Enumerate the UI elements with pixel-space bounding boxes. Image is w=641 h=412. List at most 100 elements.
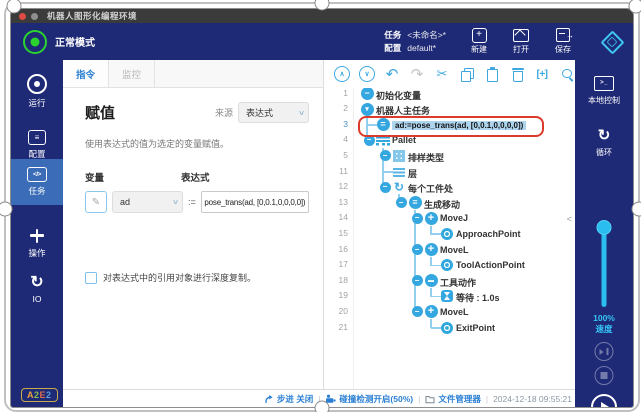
collapse-all-button[interactable]: ∧ (334, 66, 350, 83)
tree-row-11[interactable]: 11层 (324, 164, 575, 180)
tree-row-17[interactable]: 17 ToolActionPoint (324, 258, 575, 274)
annotation-handle (632, 202, 641, 217)
tree-row-15[interactable]: 15ApproachPoint (324, 226, 575, 242)
cut-button[interactable]: ✂ (434, 66, 450, 83)
red-annotation-rectangle (358, 116, 544, 137)
collapse-node-icon[interactable]: − (412, 213, 423, 224)
expand-all-button[interactable]: ∨ (359, 66, 375, 83)
redo-button[interactable]: ↷ (409, 66, 425, 83)
tree-row-label: MoveJ (440, 213, 468, 223)
io-icon: ↻ (30, 275, 43, 291)
tree-row-label: 每个工件处 (408, 182, 453, 195)
new-file-button[interactable]: +新建 (462, 28, 496, 55)
tree-row-label: ExitPoint (456, 323, 495, 333)
collapse-node-icon[interactable]: − (380, 150, 391, 161)
grid-icon (393, 150, 405, 162)
move-icon: + (425, 212, 438, 225)
step-run-button[interactable] (595, 342, 614, 361)
tree-row-2[interactable]: 2▾机器人主任务 (324, 102, 575, 118)
collapse-node-icon[interactable]: − (412, 306, 423, 317)
line-number: 17 (324, 259, 348, 269)
deep-copy-checkbox[interactable] (85, 272, 97, 284)
right-sidebar: >_ 本地控制 ↻ 循环 100% 速度 (575, 60, 633, 407)
open-file-button[interactable]: 打开 (504, 28, 538, 55)
sidebar-item-label: 运行 (28, 97, 45, 109)
speed-slider-handle[interactable] (597, 220, 612, 235)
expression-input[interactable]: pose_trans(ad, [0,0.1,0,0,0,0]) (201, 191, 309, 213)
step-icon (264, 394, 274, 404)
undo-button[interactable]: ↶ (384, 66, 400, 83)
line-number: 14 (324, 212, 348, 222)
action-label: 打开 (513, 44, 529, 55)
collapse-node-icon[interactable]: − (412, 275, 423, 286)
tree-row-label: ToolActionPoint (456, 260, 525, 270)
tab-指令[interactable]: 指令 (63, 60, 109, 87)
source-select[interactable]: 表达式 ∨ (238, 102, 309, 123)
window-title: 机器人图形化编程环境 (47, 10, 137, 22)
collapse-node-icon[interactable]: − (412, 244, 423, 255)
line-number: 20 (324, 306, 348, 316)
sidebar-item-label: 任务 (28, 185, 45, 197)
paste-button[interactable] (484, 66, 500, 83)
stop-button[interactable] (595, 366, 614, 385)
chevron-down-icon: ∨ (298, 109, 305, 117)
line-number: 18 (324, 275, 348, 285)
sidebar-item-io[interactable]: ↻ IO (11, 266, 63, 312)
expand-icon: ▾ (361, 103, 374, 116)
tree-row-label: 生成移动 (424, 198, 460, 211)
line-number: 13 (324, 197, 348, 207)
search-button[interactable] (559, 66, 575, 83)
tree-toolbar: ∧ ∨ ↶ ↷ ✂ [+] (324, 60, 575, 88)
sidebar-item-operate[interactable]: 操作 (11, 220, 63, 266)
sidebar-item-run[interactable]: 运行 (11, 68, 63, 114)
tree-row-14[interactable]: 14 −+MoveJ (324, 211, 575, 227)
tree-row-label: MoveL (440, 307, 469, 317)
line-number: 4 (324, 134, 348, 144)
robot-model-badge: A2E2 (21, 388, 58, 402)
window-titlebar: 机器人图形化编程环境 (11, 9, 633, 23)
group-add-button[interactable]: [+] (534, 66, 550, 83)
tab-监控[interactable]: 监控 (109, 60, 155, 87)
edit-variable-button[interactable]: ✎ (85, 191, 107, 213)
tree-row-18[interactable]: 18−▬工具动作 (324, 273, 575, 289)
line-number: 19 (324, 290, 348, 300)
play-button[interactable] (591, 394, 617, 408)
delete-button[interactable] (509, 66, 525, 83)
collision-detection-status[interactable]: 碰撞检测开启(50%) (325, 393, 413, 405)
tree-row-1[interactable]: 1−初始化变量 (324, 88, 575, 102)
speed-slider-track[interactable] (602, 223, 607, 307)
minimize-window-button[interactable] (31, 13, 38, 20)
loop-toggle-button[interactable]: ↻ 循环 (575, 128, 633, 158)
save-file-button[interactable]: 保存 (546, 28, 580, 55)
line-number: 21 (324, 322, 348, 332)
tree-row-21[interactable]: 21 ExitPoint (324, 320, 575, 336)
local-control-button[interactable]: >_ 本地控制 (575, 76, 633, 106)
left-sidebar: 运行≡配置</>任务操作↻IOA2E2 (11, 60, 63, 407)
tree-row-5[interactable]: 5−排样类型 (324, 148, 575, 164)
tree-row-13[interactable]: 13−≡生成移动 (324, 195, 575, 211)
assign-symbol: := (188, 197, 196, 207)
program-tree: < 1−初始化变量2▾机器人主任务3=ad:=pose_trans(ad, [0… (324, 88, 575, 389)
instruction-form-panel: 指令监控 赋值 来源 表达式 ∨ (63, 60, 324, 389)
tree-row-20[interactable]: 20−+MoveL (324, 304, 575, 320)
step-mode-status[interactable]: 步进 关闭 (264, 393, 313, 405)
config-label: 配置 (384, 43, 401, 53)
tree-row-label: 初始化变量 (376, 89, 421, 102)
pencil-icon: ✎ (92, 197, 100, 208)
new-file-icon: + (471, 28, 487, 42)
sidebar-item-label: IO (33, 294, 42, 304)
sidebar-item-task[interactable]: </>任务 (11, 159, 63, 205)
tree-row-16[interactable]: 16−+MoveL (324, 242, 575, 258)
run-icon (27, 74, 47, 94)
tree-row-label: MoveL (440, 245, 469, 255)
mode-indicator: 正常模式 (23, 30, 95, 54)
file-manager-button[interactable]: 文件管理器 (425, 393, 481, 405)
tree-row-19[interactable]: 19等待 : 1.0s (324, 289, 575, 305)
close-window-button[interactable] (19, 13, 26, 20)
tree-row-12[interactable]: 12−↻每个工件处 (324, 180, 575, 196)
copy-button[interactable] (459, 66, 475, 83)
collapse-node-icon[interactable]: − (380, 182, 391, 193)
variable-select[interactable]: ad ∨ (112, 191, 183, 213)
config-icon: ≡ (28, 130, 46, 145)
collapse-node-icon[interactable]: − (396, 197, 407, 208)
